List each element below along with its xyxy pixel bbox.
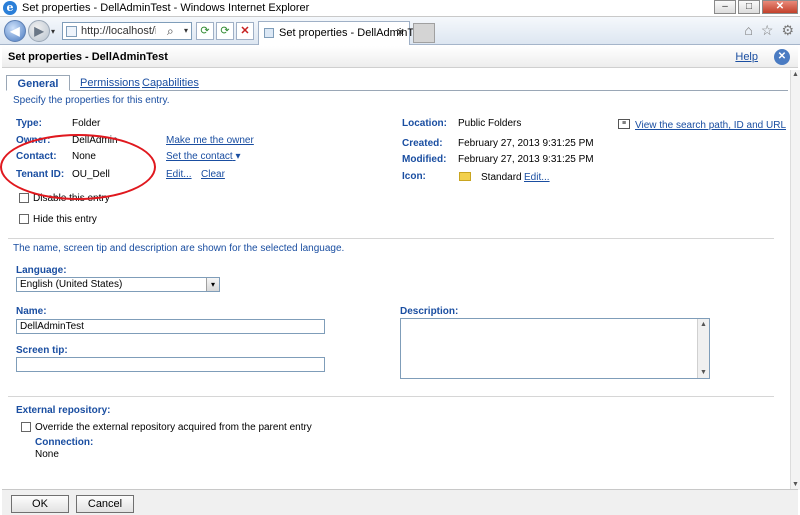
minimize-button[interactable]: –: [714, 0, 736, 14]
external-repository-label: External repository:: [16, 405, 111, 416]
created-label: Created:: [402, 138, 443, 149]
browser-tab-label: Set properties - DellAdminTest: [279, 27, 428, 39]
tenant-edit-link[interactable]: Edit...: [166, 169, 192, 180]
created-value: February 27, 2013 9:31:25 PM: [458, 138, 594, 149]
dialog-close-icon[interactable]: ✕: [774, 49, 790, 65]
tab-close-icon[interactable]: ✕: [396, 26, 405, 39]
override-repository-label: Override the external repository acquire…: [35, 422, 312, 433]
ok-button[interactable]: OK: [11, 495, 69, 513]
address-bar[interactable]: http://localhost/ibmcog ⌕ ▾: [62, 22, 192, 40]
language-note: The name, screen tip and description are…: [13, 243, 345, 254]
divider: [8, 238, 774, 239]
address-dropdown-icon[interactable]: ▾: [181, 24, 191, 38]
set-contact-label: Set the contact: [166, 151, 233, 162]
description-label: Description:: [400, 306, 459, 317]
icon-label: Icon:: [402, 171, 426, 182]
help-link[interactable]: Help: [735, 51, 758, 63]
refresh-button[interactable]: ⟳: [216, 22, 234, 40]
cancel-button[interactable]: Cancel: [76, 495, 134, 513]
description-textarea[interactable]: ▲ ▼: [400, 318, 710, 379]
chevron-down-icon[interactable]: ▾: [206, 278, 219, 291]
hide-entry-checkbox[interactable]: [19, 214, 29, 224]
location-value: Public Folders: [458, 118, 522, 129]
browser-right-icons: ⌂ ☆ ⚙: [744, 22, 794, 39]
connection-value: None: [35, 449, 59, 460]
hide-entry-label: Hide this entry: [33, 214, 97, 225]
red-annotation-ellipse: [0, 134, 156, 200]
name-label: Name:: [16, 306, 47, 317]
dialog-title: Set properties - DellAdminTest: [8, 51, 168, 63]
description-scrollbar[interactable]: ▲ ▼: [697, 319, 709, 378]
properties-hint: Specify the properties for this entry.: [13, 95, 170, 106]
window-close-button[interactable]: ✕: [762, 0, 798, 14]
window-controls: – □ ✕: [714, 0, 798, 14]
override-repository-checkbox[interactable]: [21, 422, 31, 432]
browser-toolbar: ◀ ▶ ▾ http://localhost/ibmcog ⌕ ▾ ⟳ ⟳ ✕ …: [0, 17, 800, 45]
tools-icon[interactable]: ⚙: [781, 22, 794, 39]
tab-general[interactable]: General: [6, 75, 70, 91]
favorites-icon[interactable]: ☆: [761, 22, 774, 39]
chevron-down-icon: ▾: [235, 151, 241, 162]
search-path-icon: ≡: [618, 119, 630, 129]
make-me-owner-link[interactable]: Make me the owner: [166, 135, 254, 146]
search-icon[interactable]: ⌕: [167, 24, 174, 39]
dialog-header: Set properties - DellAdminTest Help ✕: [2, 46, 798, 68]
icon-value: Standard: [481, 172, 522, 183]
maximize-button[interactable]: □: [738, 0, 760, 14]
screen-tip-label: Screen tip:: [16, 345, 68, 356]
screen-tip-input[interactable]: [16, 357, 325, 372]
modified-label: Modified:: [402, 154, 447, 165]
window-title: Set properties - DellAdminTest - Windows…: [22, 2, 310, 14]
connection-label: Connection:: [35, 437, 94, 448]
dialog-footer: OK Cancel: [2, 489, 798, 515]
ie-logo-icon: e: [3, 1, 17, 15]
type-value: Folder: [72, 118, 101, 129]
type-label: Type:: [16, 118, 42, 129]
icon-edit-link[interactable]: Edit...: [524, 172, 550, 183]
back-button[interactable]: ◀: [4, 20, 26, 42]
scroll-down-icon[interactable]: ▼: [698, 367, 709, 378]
divider: [8, 396, 774, 397]
forward-button[interactable]: ▶: [28, 20, 50, 42]
language-select[interactable]: English (United States) ▾: [16, 277, 220, 292]
new-tab-button[interactable]: [413, 23, 435, 43]
language-label: Language:: [16, 265, 67, 276]
tab-capabilities[interactable]: Capabilities: [136, 75, 205, 91]
browser-tab[interactable]: Set properties - DellAdminTest ✕: [258, 21, 428, 45]
scroll-up-icon[interactable]: ▲: [791, 70, 800, 80]
language-select-value: English (United States): [20, 279, 123, 290]
address-url[interactable]: http://localhost/ibmcog: [81, 25, 156, 37]
modified-value: February 27, 2013 9:31:25 PM: [458, 154, 594, 165]
tenant-clear-link[interactable]: Clear: [201, 169, 225, 180]
compatibility-view-button[interactable]: ⟳: [196, 22, 214, 40]
property-tabs: General Permissions Capabilities: [6, 75, 788, 91]
home-icon[interactable]: ⌂: [744, 22, 752, 39]
set-contact-link[interactable]: Set the contact ▾: [166, 151, 241, 162]
stop-button[interactable]: ✕: [236, 22, 254, 40]
location-label: Location:: [402, 118, 447, 129]
history-dropdown-icon[interactable]: ▾: [51, 27, 55, 36]
page-icon: [66, 26, 77, 37]
page-scrollbar[interactable]: ▲ ▼: [790, 70, 800, 490]
window-title-bar: e Set properties - DellAdminTest - Windo…: [0, 0, 800, 17]
folder-icon: [459, 172, 471, 181]
view-search-path-link[interactable]: View the search path, ID and URL: [635, 120, 786, 131]
disable-entry-checkbox[interactable]: [19, 193, 29, 203]
name-input[interactable]: DellAdminTest: [16, 319, 325, 334]
tab-page-icon: [264, 28, 274, 38]
scroll-up-icon[interactable]: ▲: [698, 319, 709, 330]
